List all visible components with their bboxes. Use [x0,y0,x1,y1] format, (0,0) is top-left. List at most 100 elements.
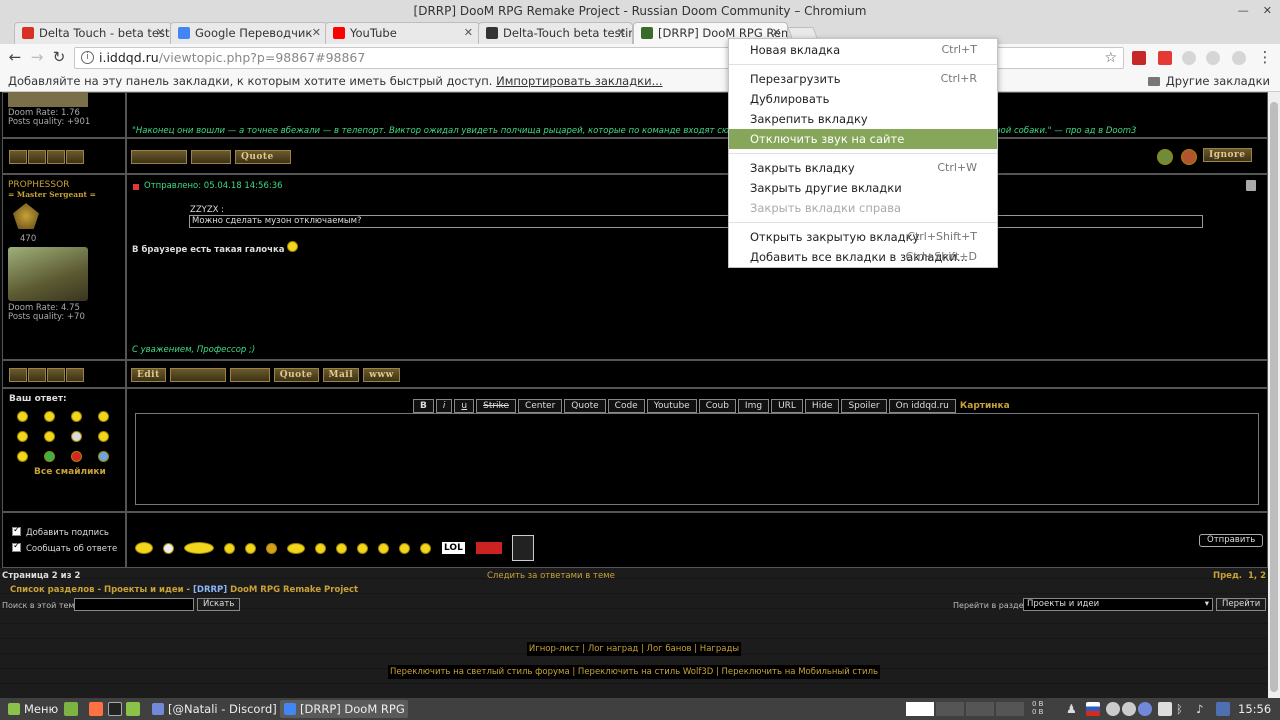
checkbox[interactable] [12,525,21,536]
start-menu-button[interactable]: Меню [4,700,58,718]
smiley-icon[interactable] [378,542,389,554]
reload-icon[interactable]: ↻ [50,48,68,66]
menu-duplicate[interactable]: Дублировать [729,89,997,109]
rate-button[interactable] [131,149,187,164]
www-button[interactable]: www [363,367,400,382]
page-scrollbar[interactable] [1268,92,1280,698]
smiley-icon[interactable] [266,542,277,554]
volume-icon[interactable]: ♪ [1196,702,1210,716]
quote-button[interactable]: Quote [235,149,291,164]
alien-icon[interactable] [98,451,109,462]
format-button[interactable]: Center [517,399,563,413]
workspace-2[interactable] [936,702,964,716]
tab-delta-touch-beta[interactable]: Delta-Touch beta testin ✕ [478,22,633,44]
menu-bookmark-all-tabs[interactable]: Добавить все вкладки в закладки... Ctrl+S… [729,247,997,267]
shield-icon[interactable] [1216,702,1230,716]
menu-close-other-tabs[interactable]: Закрыть другие вкладки [729,178,997,198]
user-icon[interactable]: ♟ [1066,702,1080,716]
grin-icon[interactable] [44,411,55,422]
reply-button[interactable] [229,367,270,382]
close-tab-icon[interactable]: ✕ [312,23,321,43]
close-tab-icon[interactable]: ✕ [617,23,626,43]
back-icon[interactable]: ← [6,48,24,66]
close-window-icon[interactable]: ✕ [1263,0,1272,22]
format-button[interactable]: On iddqd.ru [888,399,956,413]
extension-icon[interactable] [1206,51,1220,65]
delete-post-icon[interactable] [1246,180,1256,191]
send-button[interactable]: Отправить [1199,534,1264,547]
smiley-icon[interactable] [420,542,431,554]
discord-tray-icon[interactable] [1138,702,1152,716]
checkbox[interactable] [12,541,21,552]
shock-icon[interactable] [17,431,28,442]
reply-textarea[interactable] [135,413,1259,505]
opt-signature[interactable]: Добавить подпись [12,525,109,538]
mail-button[interactable]: Mail [322,367,360,382]
reply-button[interactable] [191,149,231,164]
format-button[interactable]: i [435,399,453,413]
format-button[interactable]: URL [771,399,803,413]
menu-new-tab[interactable]: Новая вкладка Ctrl+T [729,40,997,60]
bookmark-star-icon[interactable]: ☆ [1104,48,1117,68]
format-button[interactable]: Quote [564,399,606,413]
www-button[interactable] [47,149,65,164]
search-button[interactable]: Искать [197,598,241,611]
network-icon[interactable] [1106,702,1120,716]
topic-search-input[interactable] [74,598,194,611]
page-links[interactable]: 1, 2 [1248,571,1266,581]
opt-notify[interactable]: Сообщать об ответе [12,541,117,554]
show-desktop-icon[interactable] [64,702,78,716]
ignore-button[interactable]: Ignore [1203,148,1252,162]
extension-icon[interactable] [1182,51,1196,65]
minimize-icon[interactable]: — [1238,0,1249,22]
workspace-3[interactable] [966,702,994,716]
tab-delta-touch[interactable]: Delta Touch - beta testin ✕ [14,22,172,44]
ublock-icon[interactable] [1132,51,1146,65]
browser-launcher-icon[interactable] [89,702,103,716]
import-bookmarks-link[interactable]: Импортировать закладки... [496,74,662,88]
format-button[interactable]: Img [737,399,770,413]
menu-dots-icon[interactable]: ⋮ [1256,48,1274,66]
smiley-icon[interactable] [287,542,305,554]
extension-icon[interactable] [1232,51,1246,65]
files-icon[interactable] [126,702,140,716]
info-icon[interactable]: i [81,51,94,64]
menu-mute-site[interactable]: Отключить звук на сайте [729,129,997,149]
lol-sign-icon[interactable]: LOL [441,541,466,555]
workspace-1[interactable] [906,702,934,716]
forward-icon[interactable]: → [28,48,46,66]
menu-pin-tab[interactable]: Закрепить вкладку [729,109,997,129]
menu-reopen-closed-tab[interactable]: Открыть закрытую вкладку Ctrl+Shift+T [729,227,997,247]
bluetooth-icon[interactable]: ᛒ [1176,702,1190,716]
taskbar-chromium[interactable]: [DRRP] DooM RPG R... [280,700,408,718]
format-button[interactable]: Strike [476,399,516,413]
scream-icon[interactable] [163,542,174,554]
profile-button[interactable] [9,367,27,382]
doom-rules-icon[interactable] [511,535,534,561]
follow-topic-link[interactable]: Следить за ответами в теме [487,571,615,581]
post-author[interactable]: PROPHESSOR [8,180,69,190]
update-icon[interactable] [1122,702,1136,716]
keyboard-layout-icon[interactable] [1086,702,1100,716]
format-button[interactable]: Code [607,399,645,413]
terminal-icon[interactable] [108,702,122,716]
extension-icon[interactable] [1158,51,1172,65]
prev-page-link[interactable]: Пред. [1213,571,1242,581]
clock[interactable]: 15:56 [1238,698,1271,720]
smiley-icon[interactable] [336,542,347,554]
taskbar-discord[interactable]: [@Natali - Discord] [148,700,276,718]
quote-button[interactable]: Quote [273,367,319,382]
other-bookmarks[interactable]: Другие закладки [1147,72,1270,90]
happy-icon[interactable] [17,451,28,462]
sad-icon[interactable] [98,431,109,442]
format-button[interactable]: u [454,399,475,413]
smiley-icon[interactable] [357,542,368,554]
all-smileys-link[interactable]: Все смайлики [34,467,106,477]
goto-button[interactable]: Перейти [1216,598,1267,611]
rate-button[interactable] [169,367,226,382]
format-button[interactable]: Spoiler [841,399,887,413]
forum-select[interactable]: Проекты и идеи ▾ [1023,598,1213,611]
menu-close-tab[interactable]: Закрыть вкладку Ctrl+W [729,158,997,178]
format-button[interactable]: B [413,399,434,413]
cool-icon[interactable] [71,431,82,442]
